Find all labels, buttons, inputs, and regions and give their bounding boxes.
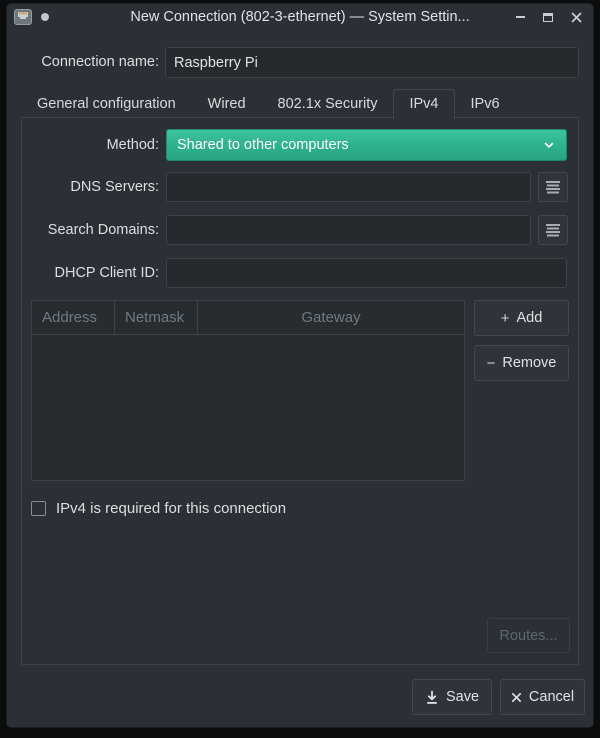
connection-name-input[interactable] (165, 47, 579, 78)
titlebar[interactable]: New Connection (802-3-ethernet) — System… (7, 4, 593, 30)
tab-ipv6[interactable]: IPv6 (455, 89, 516, 118)
window-title: New Connection (802-3-ethernet) — System… (7, 9, 593, 25)
save-button-label: Save (446, 689, 479, 705)
tab-ipv4[interactable]: IPv4 (393, 89, 454, 119)
tab-general-configuration[interactable]: General configuration (21, 89, 192, 118)
close-button[interactable] (569, 10, 583, 24)
save-download-icon (425, 690, 439, 705)
maximize-button[interactable] (541, 10, 555, 24)
dialog-window: New Connection (802-3-ethernet) — System… (7, 4, 593, 727)
tab-wired[interactable]: Wired (192, 89, 262, 118)
cancel-button[interactable]: Cancel (500, 679, 585, 715)
x-icon (511, 692, 522, 703)
tab-8021x-security[interactable]: 802.1x Security (262, 89, 394, 118)
ethernet-port-icon (13, 7, 33, 27)
tab-bar: General configuration Wired 802.1x Secur… (21, 88, 516, 118)
close-icon (571, 12, 582, 23)
ipv4-tab-panel (21, 117, 579, 665)
minimize-icon (516, 16, 525, 18)
maximize-icon (543, 13, 553, 22)
save-button[interactable]: Save (412, 679, 492, 715)
pin-dot-icon (41, 13, 49, 21)
minimize-button[interactable] (513, 10, 527, 24)
connection-name-label: Connection name: (7, 47, 159, 78)
cancel-button-label: Cancel (529, 689, 574, 705)
